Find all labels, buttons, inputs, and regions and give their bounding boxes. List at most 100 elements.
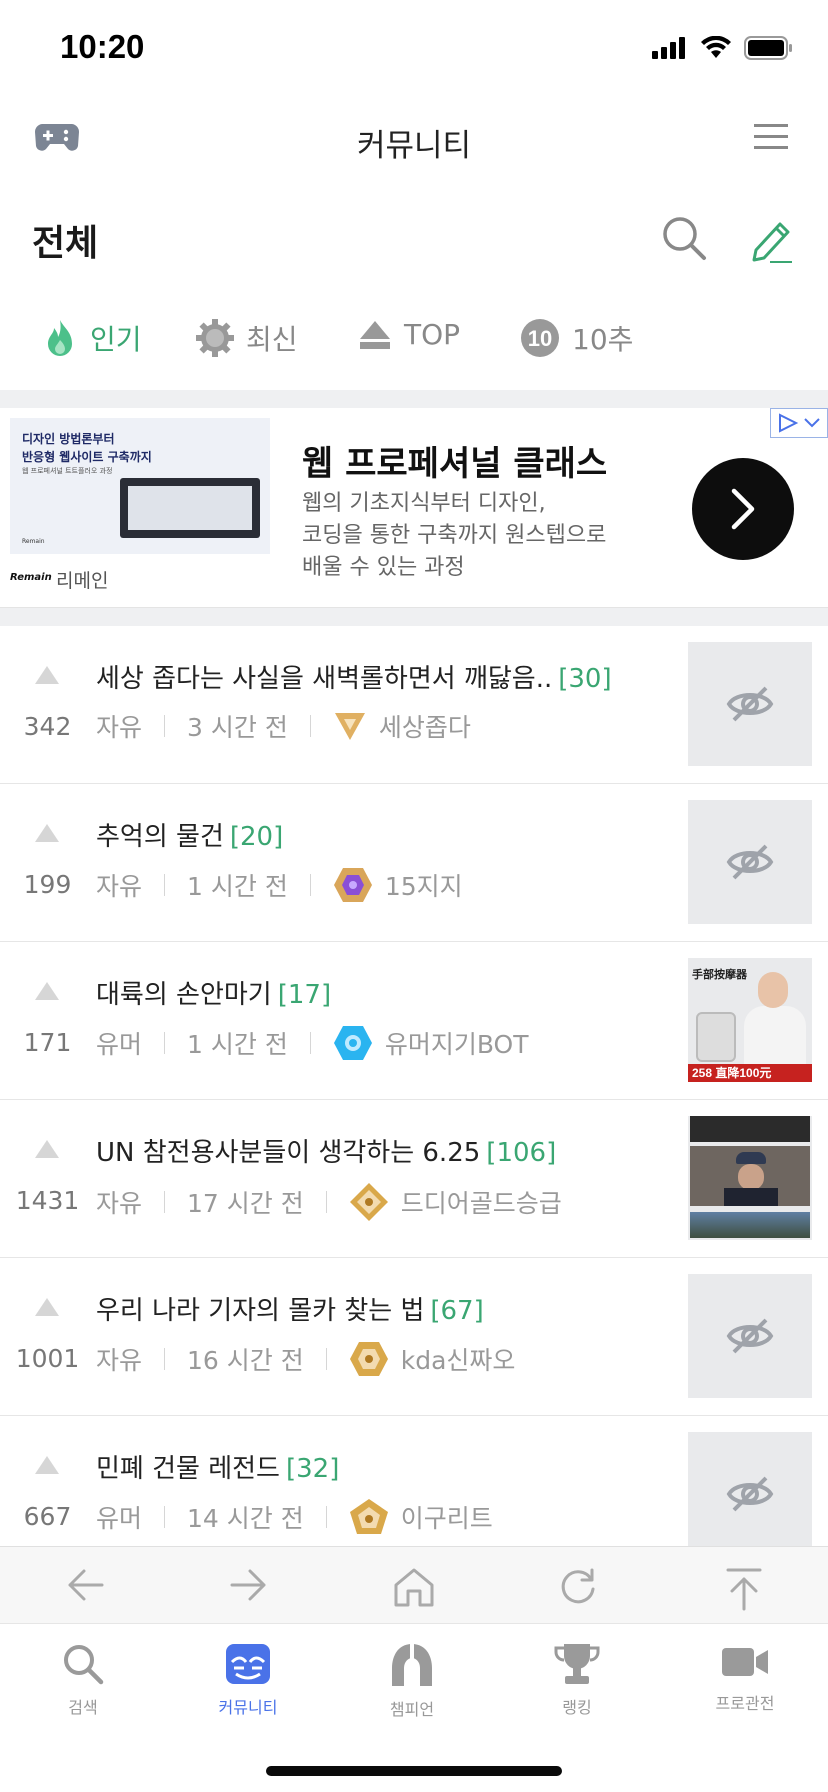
meta-separator [164,715,166,737]
board-name[interactable]: 전체 [32,214,98,266]
scroll-to-top-icon[interactable] [724,1567,764,1615]
top-navigation-bar: 커뮤니티 [0,100,828,180]
refresh-icon[interactable] [558,1567,598,1611]
thumb-video-frame-bottom [690,1212,810,1238]
meta-separator [164,874,166,896]
post-title[interactable]: 추억의 물건 [20] [96,816,283,853]
post-meta: 자유 1 시간 전 15지지 [96,866,463,904]
meta-separator [309,1032,311,1054]
post-author[interactable]: 유머지기BOT [385,1025,529,1061]
post-comment-count: [30] [558,664,612,694]
upvote-arrow-icon[interactable] [35,982,59,1000]
eye-slash-icon [726,844,774,880]
bottom-tab-community[interactable]: 커뮤니티 [193,1642,303,1718]
ad-headline: 웹 프로페셔널 클래스 [302,444,608,484]
bottom-tab-pro-watch[interactable]: 프로관전 [690,1642,800,1714]
post-item[interactable]: 171 대륙의 손안마기 [17] 유머 1 시간 전 유머지기BOT 手部按摩器… [0,942,828,1100]
ad-choices-icon[interactable] [770,408,828,438]
cellular-signal-icon [652,37,685,59]
post-title-text: 세상 좁다는 사실을 새벽롤하면서 깨닳음.. [96,664,553,694]
post-time: 1 시간 전 [187,872,288,901]
post-author[interactable]: 15지지 [385,867,463,903]
ad-thumb-line3: 웹 프로페셔널 트트플러오 과정 [22,467,113,475]
post-author[interactable]: kda신짜오 [401,1341,516,1377]
upvote-arrow-icon[interactable] [35,1456,59,1474]
tab-ten-recommend[interactable]: 10 10추 [520,318,633,358]
post-title[interactable]: 대륙의 손안마기 [17] [96,974,331,1011]
ad-go-button[interactable] [692,458,794,560]
home-indicator [266,1766,562,1776]
thumb-device-shape [696,1012,736,1062]
meta-separator [164,1506,166,1528]
tier-badge-icon [349,1498,389,1536]
post-time: 1 시간 전 [187,1030,288,1059]
tab-top[interactable]: TOP [358,318,460,351]
post-author[interactable]: 세상좁다 [379,708,471,744]
post-item[interactable]: 199 추억의 물건 [20] 자유 1 시간 전 15지지 [0,784,828,942]
eye-slash-icon [726,1476,774,1512]
thumb-video-frame-middle [690,1146,810,1206]
write-pencil-icon[interactable] [748,216,794,268]
upvote-arrow-icon[interactable] [35,1298,59,1316]
meta-separator [164,1348,166,1370]
meta-separator [325,1348,327,1370]
ad-banner[interactable]: 디자인 방법론부터 반응형 웹사이트 구축까지 웹 프로페셔널 트트플러오 과정… [0,408,828,608]
post-title[interactable]: 세상 좁다는 사실을 새벽롤하면서 깨닳음.. [30] [96,658,612,695]
tier-badge-icon [333,710,367,742]
post-votes: 199 [23,870,72,899]
post-item[interactable]: 1431 UN 참전용사분들이 생각하는 6.25 [106] 자유 17 시간 … [0,1100,828,1258]
bottom-tab-champion[interactable]: 챔피언 [357,1642,467,1720]
browser-toolbar [0,1546,828,1624]
post-title-text: UN 참전용사분들이 생각하는 6.25 [96,1138,481,1168]
post-title[interactable]: 우리 나라 기자의 몰카 찾는 법 [67] [96,1290,484,1327]
post-thumbnail-image[interactable]: 手部按摩器 258 直降100元 [688,958,812,1082]
post-item[interactable]: 1001 우리 나라 기자의 몰카 찾는 법 [67] 자유 16 시간 전 kd… [0,1258,828,1416]
hidden-thumbnail[interactable] [688,1432,812,1556]
fire-icon [42,318,78,358]
bottom-tab-label: 검색 [68,1698,98,1717]
upvote-arrow-icon[interactable] [35,1140,59,1158]
bottom-tab-search[interactable]: 검색 [28,1642,138,1718]
thumb-video-frame-top [690,1116,810,1142]
meta-separator [309,715,311,737]
tab-latest[interactable]: 최신 [196,318,298,358]
post-title[interactable]: 민폐 건물 레전드 [32] [96,1448,339,1485]
bottom-tab-label: 랭킹 [562,1698,592,1717]
tab-ten-recommend-label: 10추 [572,323,634,356]
hidden-thumbnail[interactable] [688,1274,812,1398]
bottom-tab-ranking[interactable]: 랭킹 [522,1642,632,1718]
eye-slash-icon [726,686,774,722]
section-divider [0,390,828,408]
post-comment-count: [20] [229,822,284,852]
post-category: 유머 [96,1030,143,1059]
post-title-text: 우리 나라 기자의 몰카 찾는 법 [96,1296,425,1326]
post-thumbnail-image[interactable] [688,1116,812,1240]
hidden-thumbnail[interactable] [688,800,812,924]
tier-badge-icon [349,1340,389,1378]
home-icon[interactable] [392,1567,436,1611]
post-title[interactable]: UN 참전용사분들이 생각하는 6.25 [106] [96,1132,556,1169]
forward-arrow-icon[interactable] [228,1567,268,1607]
hamburger-menu-icon[interactable] [754,122,788,156]
thumb-person-face [738,1164,764,1190]
upvote-arrow-icon[interactable] [35,824,59,842]
hidden-thumbnail[interactable] [688,642,812,766]
ad-brand-name: 리메인 [56,570,109,592]
upvote-arrow-icon[interactable] [35,666,59,684]
tab-popular[interactable]: 인기 [42,318,142,358]
thumb-product-text: 手部按摩器 [692,968,747,981]
ad-thumbnail: 디자인 방법론부터 반응형 웹사이트 구축까지 웹 프로페셔널 트트플러오 과정… [10,418,270,554]
post-list: 342 세상 좁다는 사실을 새벽롤하면서 깨닳음.. [30] 자유 3 시간 … [0,626,828,1574]
post-meta: 자유 3 시간 전 세상좁다 [96,708,471,744]
post-item[interactable]: 342 세상 좁다는 사실을 새벽롤하면서 깨닳음.. [30] 자유 3 시간 … [0,626,828,784]
back-arrow-icon[interactable] [66,1567,106,1607]
post-author[interactable]: 이구리트 [401,1499,493,1535]
bottom-tab-label: 챔피언 [389,1700,435,1719]
bottom-tab-label: 커뮤니티 [218,1698,278,1717]
wifi-icon [701,36,731,58]
search-icon[interactable] [660,214,708,266]
ten-circle-icon: 10 [520,318,560,358]
ad-thumb-device-mockup [120,478,260,538]
up-triangle-icon [358,319,392,351]
post-author[interactable]: 드디어골드승급 [401,1184,562,1220]
